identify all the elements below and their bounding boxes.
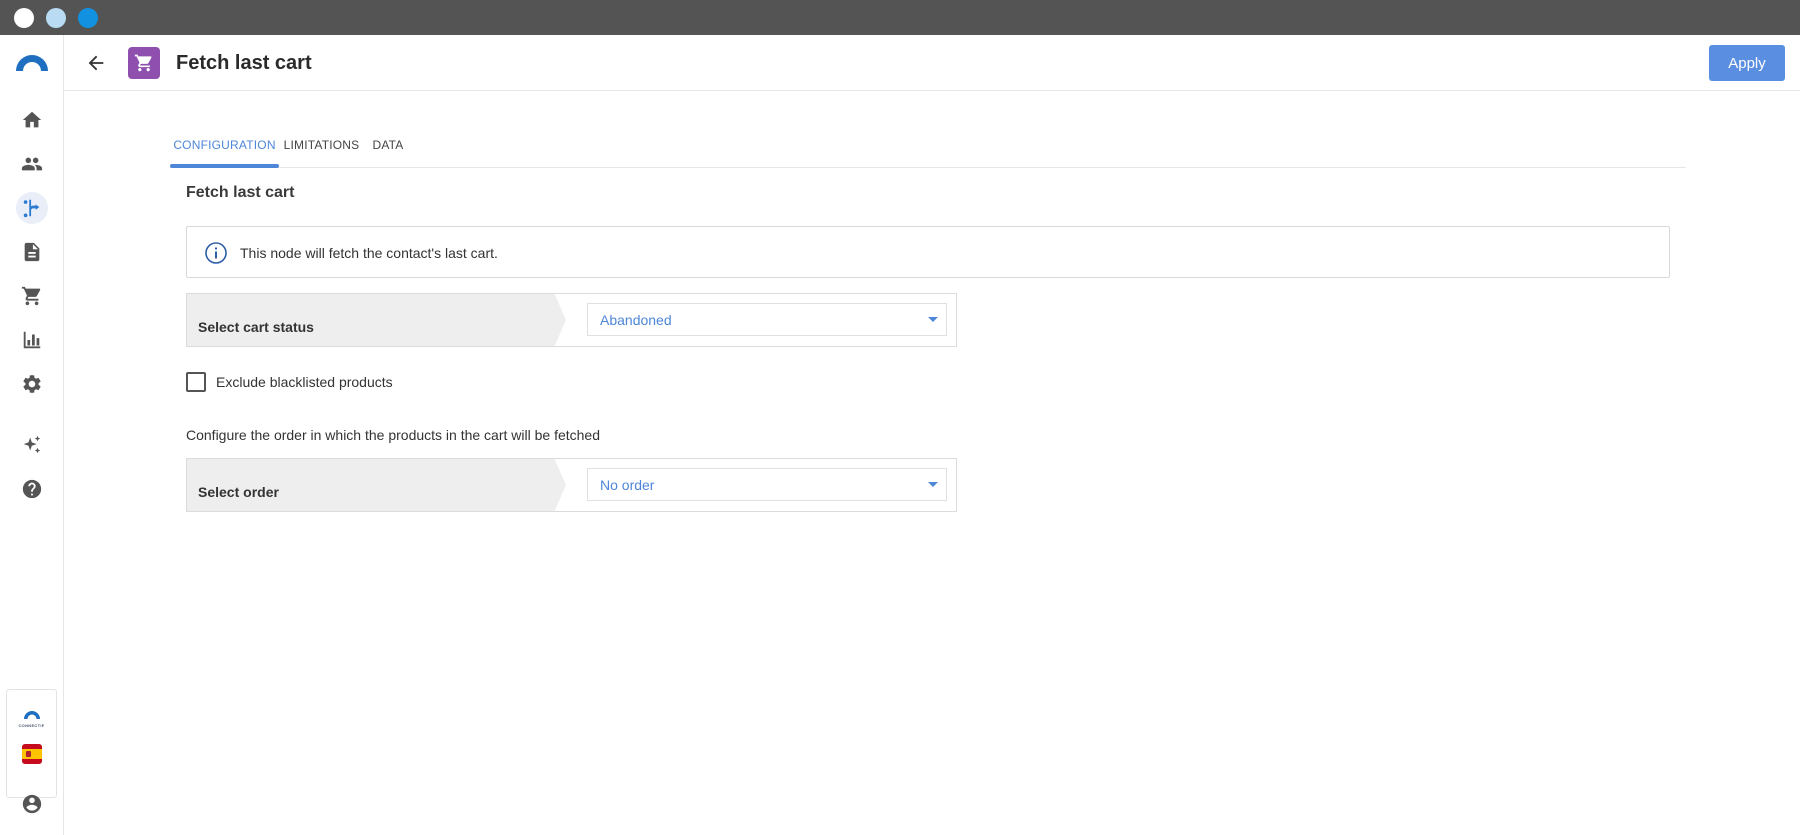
cart-icon	[134, 54, 152, 72]
rail-content-button[interactable]	[16, 236, 48, 268]
back-button[interactable]	[82, 49, 110, 77]
tab-data[interactable]: DATA	[364, 128, 412, 168]
node-type-badge	[128, 47, 160, 79]
rail-ai-button[interactable]	[16, 429, 48, 461]
order-label: Select order	[198, 484, 279, 500]
order-field: Select order No order	[186, 458, 957, 512]
order-description: Configure the order in which the product…	[186, 427, 601, 443]
rail-help-button[interactable]	[16, 473, 48, 505]
chevron-down-icon	[928, 317, 938, 322]
sparkles-icon	[23, 435, 41, 454]
workspace-card[interactable]: CONNECTIF	[6, 689, 57, 798]
analytics-icon	[23, 331, 41, 349]
workflows-icon	[23, 199, 40, 218]
rail-workflows-button[interactable]	[16, 192, 48, 224]
exclude-blacklisted-label[interactable]: Exclude blacklisted products	[216, 373, 393, 391]
info-icon	[205, 242, 227, 264]
tab-limitations[interactable]: LIMITATIONS	[279, 128, 364, 168]
rail-analytics-button[interactable]	[16, 324, 48, 356]
cart-icon	[21, 286, 41, 306]
info-box: This node will fetch the contact's last …	[186, 226, 1670, 278]
content-icon	[24, 242, 40, 262]
info-text: This node will fetch the contact's last …	[240, 245, 498, 261]
contacts-icon	[21, 157, 43, 171]
rail-contacts-button[interactable]	[16, 148, 48, 180]
rail-cart-button[interactable]	[16, 280, 48, 312]
rail-home-button[interactable]	[16, 104, 48, 136]
chevron-down-icon	[928, 482, 938, 487]
exclude-blacklisted-checkbox[interactable]	[186, 372, 206, 392]
spain-flag-icon[interactable]	[22, 744, 42, 764]
tab-configuration[interactable]: CONFIGURATION	[170, 128, 279, 168]
window-minimize-button[interactable]	[46, 8, 66, 28]
app-logo-icon[interactable]	[14, 53, 50, 73]
workspace-brand: CONNECTIF	[18, 723, 45, 728]
section-title: Fetch last cart	[186, 184, 295, 201]
page-title: Fetch last cart	[176, 52, 312, 74]
arrow-left-icon	[88, 55, 104, 71]
account-icon	[22, 794, 42, 814]
order-select[interactable]: No order	[587, 468, 947, 501]
rail-account-button[interactable]	[16, 788, 48, 820]
settings-icon	[23, 375, 41, 393]
node-tabs: CONFIGURATION LIMITATIONS DATA	[170, 128, 1686, 168]
connectif-logo-icon	[19, 705, 45, 723]
active-tab-indicator	[170, 164, 279, 168]
apply-button[interactable]: Apply	[1709, 45, 1785, 81]
window-close-button[interactable]	[14, 8, 34, 28]
window-titlebar	[0, 0, 1800, 35]
home-icon	[22, 111, 42, 128]
rail-settings-button[interactable]	[16, 368, 48, 400]
cart-status-value: Abandoned	[600, 312, 672, 328]
cart-status-select[interactable]: Abandoned	[587, 303, 947, 336]
cart-status-field: Select cart status Abandoned	[186, 293, 957, 347]
editor-header: Fetch last cart Apply	[64, 35, 1800, 91]
left-rail: CONNECTIF	[0, 35, 64, 835]
help-icon	[22, 479, 42, 499]
window-maximize-button[interactable]	[78, 8, 98, 28]
cart-status-label: Select cart status	[198, 319, 314, 335]
order-value: No order	[600, 477, 655, 493]
